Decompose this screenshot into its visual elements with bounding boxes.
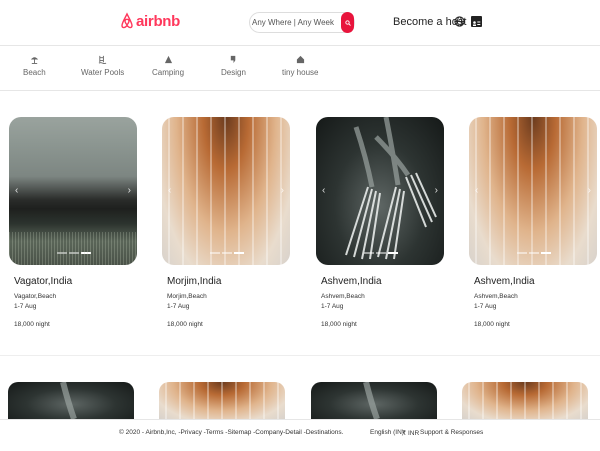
listing-type: Ashvem,Beach — [474, 293, 518, 300]
airbnb-logo[interactable]: airbnb — [120, 12, 180, 30]
listing-photo[interactable] — [8, 382, 134, 419]
listing-photo[interactable]: ‹ › — [162, 117, 290, 265]
row-divider — [0, 355, 600, 356]
fork-graphic — [345, 117, 437, 260]
id-card-icon — [473, 21, 481, 26]
listing-title: Ashvem,India — [321, 276, 382, 287]
globe-icon[interactable] — [454, 16, 465, 27]
listing-photo[interactable]: ‹ › — [469, 117, 597, 265]
next-arrow-icon[interactable]: › — [281, 185, 284, 196]
next-arrow-icon[interactable]: › — [588, 185, 591, 196]
category-beach[interactable]: Beach — [23, 55, 46, 77]
category-label: Water Pools — [81, 68, 125, 77]
listing-photo[interactable] — [462, 382, 588, 419]
listing-dates: 1-7 Aug — [167, 303, 190, 310]
listing-card[interactable]: ‹ › Vagator,India Vagator,Beach 1-7 Aug … — [9, 117, 137, 328]
prev-arrow-icon[interactable]: ‹ — [168, 185, 171, 196]
category-label: Beach — [23, 68, 46, 77]
next-arrow-icon[interactable]: › — [128, 185, 131, 196]
carousel-dots[interactable] — [517, 252, 551, 254]
listing-price: 18,000 night — [321, 321, 357, 328]
search-bar[interactable]: Any Where | Any Week — [249, 12, 355, 33]
listing-title: Ashvem,India — [474, 276, 535, 287]
search-input[interactable]: Any Where | Any Week — [250, 18, 334, 27]
prev-arrow-icon[interactable]: ‹ — [475, 185, 478, 196]
top-navbar: airbnb Any Where | Any Week Become a hos… — [0, 0, 600, 46]
listing-photo[interactable] — [311, 382, 437, 419]
listing-dates: 1-7 Aug — [321, 303, 344, 310]
carousel-dots[interactable] — [210, 252, 244, 254]
brand-name: airbnb — [136, 12, 181, 30]
language-selector[interactable]: English (IN) — [370, 429, 404, 436]
listing-type: Vagator,Beach — [14, 293, 57, 300]
listing-photo[interactable]: ‹ › — [9, 117, 137, 265]
listing-price: 18,000 night — [474, 321, 510, 328]
listing-type: Morjim,Beach — [167, 293, 207, 300]
category-bar: Beach Water Pools Camping Design tiny ho… — [0, 46, 600, 91]
pool-icon — [98, 55, 107, 64]
category-label: Design — [221, 68, 246, 77]
prev-arrow-icon[interactable]: ‹ — [322, 185, 325, 196]
currency-selector[interactable]: ₹ INR — [402, 429, 419, 437]
listing-photo[interactable] — [159, 382, 285, 419]
category-water-pools[interactable]: Water Pools — [81, 55, 124, 77]
footer-links[interactable]: © 2020 - Airbnb,Inc, -Privacy -Terms -Si… — [119, 429, 343, 436]
fork-graphic — [363, 382, 380, 419]
listing-price: 18,000 night — [167, 321, 203, 328]
footer: © 2020 - Airbnb,Inc, -Privacy -Terms -Si… — [0, 419, 600, 451]
listing-dates: 1-7 Aug — [474, 303, 497, 310]
category-camping[interactable]: Camping — [152, 55, 184, 77]
carousel-dots[interactable] — [57, 252, 91, 254]
listing-photo[interactable]: ‹ › — [316, 117, 444, 265]
listing-price: 18,000 night — [14, 321, 50, 328]
listing-title: Vagator,India — [14, 276, 73, 287]
listing-dates: 1-7 Aug — [14, 303, 37, 310]
profile-card-icon[interactable] — [471, 16, 482, 27]
umbrella-icon — [30, 57, 38, 64]
listing-type: Ashvem,Beach — [321, 293, 365, 300]
listing-card[interactable]: ‹ › Ashvem,India Ashvem,Beach 1-7 Aug 18… — [316, 117, 444, 328]
category-tiny-house[interactable]: tiny house — [282, 55, 318, 77]
tent-icon — [164, 55, 172, 64]
fork-graphic — [60, 382, 77, 419]
design-icon — [230, 55, 236, 64]
house-icon — [296, 55, 304, 64]
prev-arrow-icon[interactable]: ‹ — [15, 185, 18, 196]
listing-title: Morjim,India — [167, 276, 222, 287]
category-label: tiny house — [282, 68, 319, 77]
carousel-dots[interactable] — [364, 252, 398, 254]
search-button[interactable] — [341, 12, 354, 33]
category-label: Camping — [152, 68, 185, 77]
airbnb-logo-icon — [121, 12, 133, 29]
next-arrow-icon[interactable]: › — [435, 185, 438, 196]
listing-card[interactable]: ‹ › Morjim,India Morjim,Beach 1-7 Aug 18… — [162, 117, 290, 328]
support-link[interactable]: Support & Responses — [420, 429, 483, 436]
search-icon — [344, 19, 351, 26]
category-design[interactable]: Design — [221, 55, 246, 77]
listing-card[interactable]: ‹ › Ashvem,India Ashvem,Beach 1-7 Aug 18… — [469, 117, 597, 328]
